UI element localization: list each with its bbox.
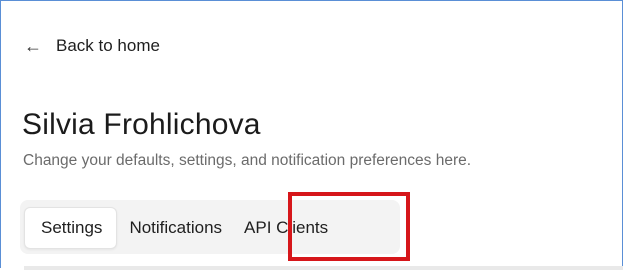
tab-api-clients[interactable]: API Clients xyxy=(236,207,338,249)
back-to-home-link[interactable]: ← Back to home xyxy=(24,36,160,56)
page-subtitle: Change your defaults, settings, and noti… xyxy=(23,152,472,169)
back-to-home-label: Back to home xyxy=(56,36,160,55)
page-title: Silvia Frohlichova xyxy=(22,108,261,141)
arrow-left-icon: ← xyxy=(24,36,42,56)
tab-notifications[interactable]: Notifications xyxy=(117,207,236,249)
tab-settings[interactable]: Settings xyxy=(24,207,118,249)
content-divider xyxy=(24,266,623,270)
tab-list: Settings Notifications API Clients xyxy=(24,203,404,253)
